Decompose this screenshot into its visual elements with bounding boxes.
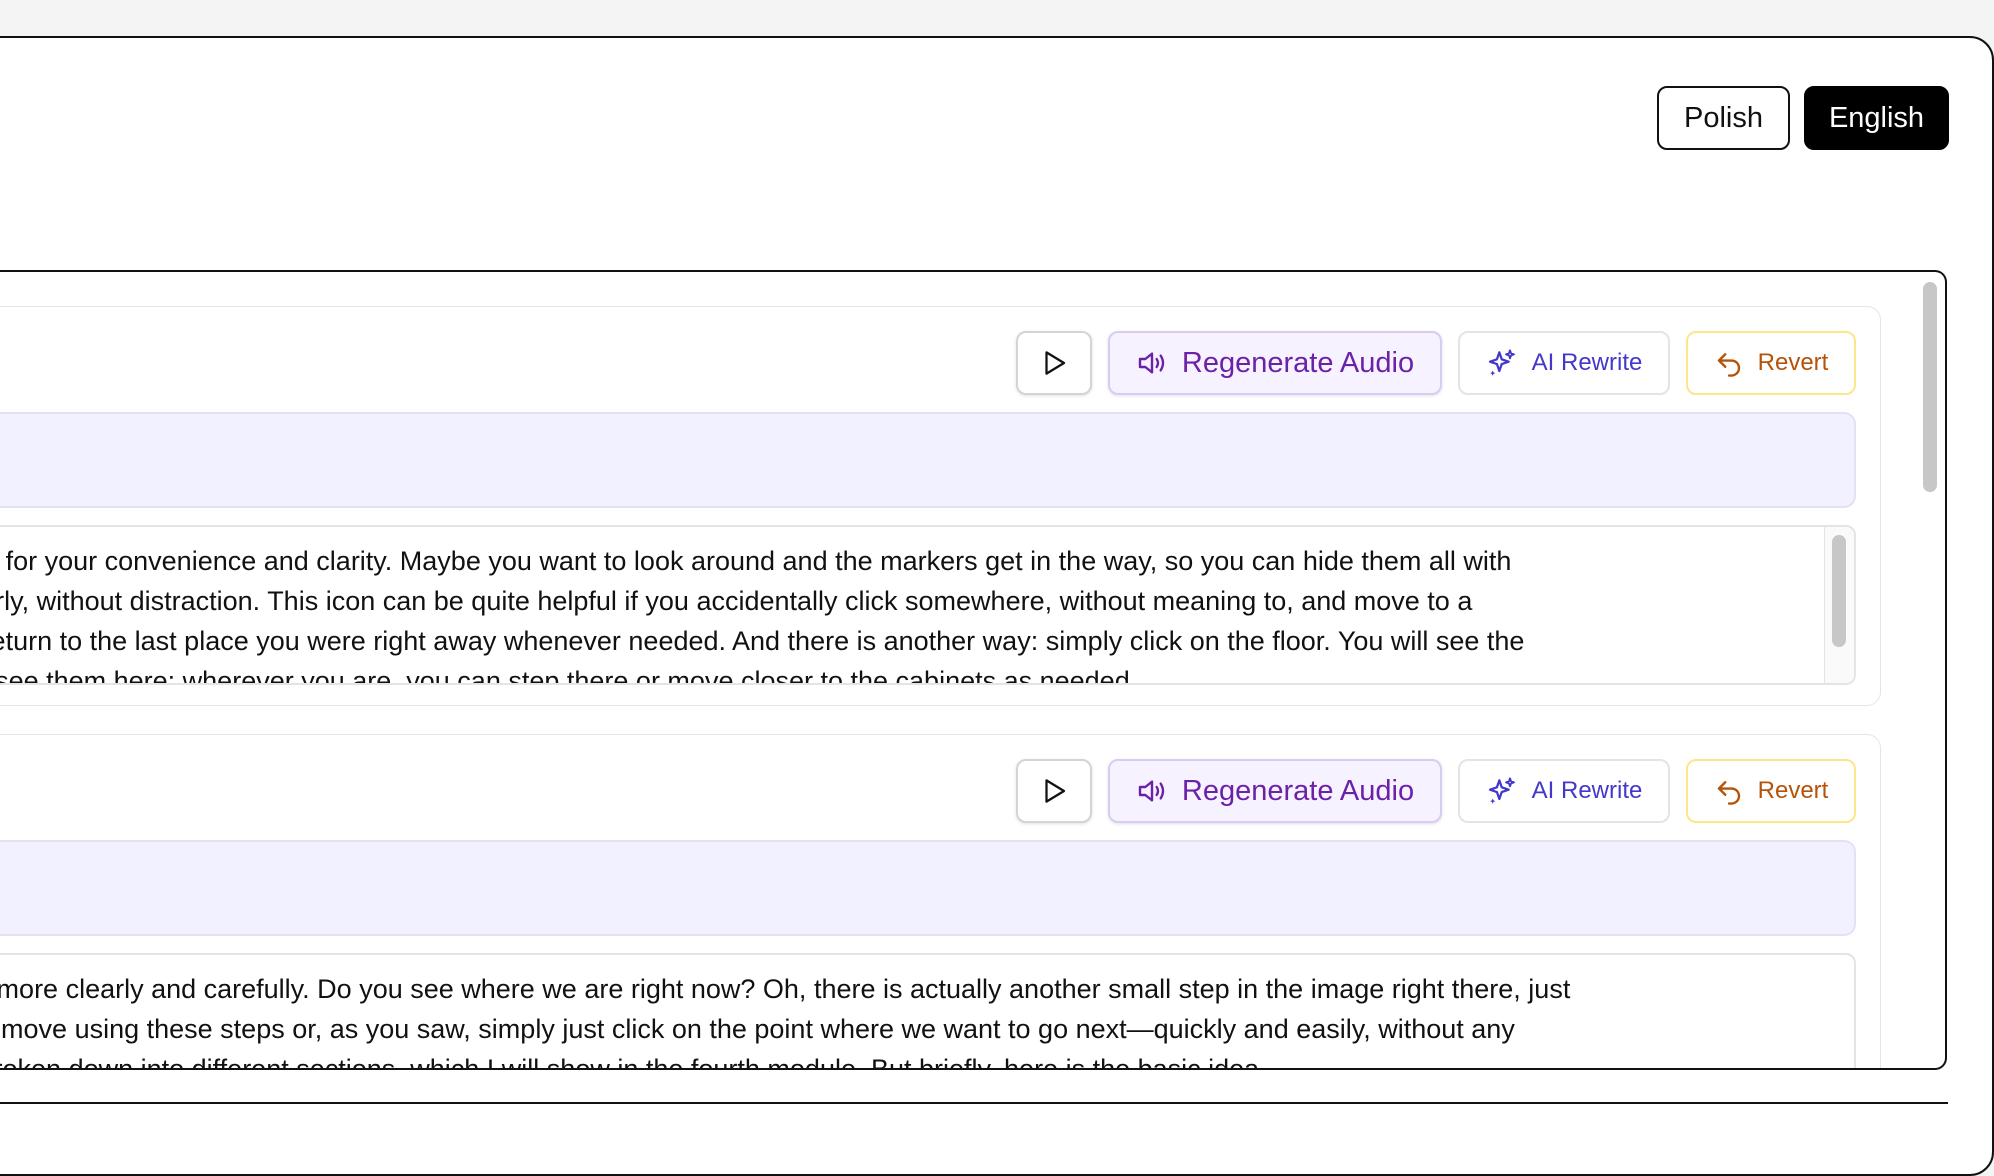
text-scrollbar[interactable] bbox=[1832, 535, 1846, 647]
text-line: and clearly, without distraction. This i… bbox=[0, 586, 1473, 616]
segment-text: s better, more clearly and carefully. Do… bbox=[0, 969, 1753, 1070]
regenerate-audio-button[interactable]: Regenerate Audio bbox=[1108, 331, 1442, 395]
play-icon bbox=[1039, 776, 1069, 806]
segments-scrollbar[interactable] bbox=[1923, 282, 1937, 492]
play-button[interactable] bbox=[1016, 331, 1092, 395]
translation-preview-box bbox=[0, 412, 1856, 508]
play-icon bbox=[1039, 348, 1069, 378]
undo-icon bbox=[1714, 348, 1744, 378]
segments-list: Regenerate Audio AI Rewrite Revert ou ne… bbox=[0, 270, 1947, 1070]
language-english-button[interactable]: English bbox=[1804, 86, 1949, 150]
text-line: ou need, for your convenience and clarit… bbox=[0, 546, 1512, 576]
sparkles-icon bbox=[1486, 347, 1518, 379]
play-button[interactable] bbox=[1016, 759, 1092, 823]
revert-button[interactable]: Revert bbox=[1686, 759, 1856, 823]
revert-label: Revert bbox=[1757, 777, 1829, 804]
segment-toolbar: Regenerate Audio AI Rewrite Revert bbox=[1016, 759, 1856, 823]
language-polish-button[interactable]: Polish bbox=[1657, 86, 1790, 150]
sparkles-icon bbox=[1486, 775, 1518, 807]
segment-text: ou need, for your convenience and clarit… bbox=[0, 541, 1753, 685]
ai-rewrite-button[interactable]: AI Rewrite bbox=[1458, 759, 1670, 823]
speaker-icon bbox=[1136, 347, 1168, 379]
ai-rewrite-button[interactable]: AI Rewrite bbox=[1458, 331, 1670, 395]
footer-divider bbox=[0, 1102, 1948, 1104]
revert-button[interactable]: Revert bbox=[1686, 331, 1856, 395]
ai-rewrite-label: AI Rewrite bbox=[1531, 777, 1643, 804]
translation-preview-box bbox=[0, 840, 1856, 936]
text-line: you can see them here: wherever you are,… bbox=[0, 666, 1138, 685]
language-switch: Polish English bbox=[1657, 86, 1949, 150]
ai-rewrite-label: AI Rewrite bbox=[1531, 349, 1643, 376]
undo-icon bbox=[1714, 776, 1744, 806]
segment-card: Regenerate Audio AI Rewrite Revert s bet… bbox=[0, 734, 1881, 1070]
text-line: t we can move using these steps or, as y… bbox=[0, 1014, 1515, 1044]
revert-label: Revert bbox=[1757, 349, 1829, 376]
regenerate-audio-label: Regenerate Audio bbox=[1181, 774, 1415, 807]
regenerate-audio-label: Regenerate Audio bbox=[1181, 346, 1415, 379]
text-line: ou can return to the last place you were… bbox=[0, 626, 1525, 656]
regenerate-audio-button[interactable]: Regenerate Audio bbox=[1108, 759, 1442, 823]
segment-text-area[interactable]: s better, more clearly and carefully. Do… bbox=[0, 953, 1856, 1070]
text-line: This is broken down into different secti… bbox=[0, 1054, 1267, 1070]
text-line: s better, more clearly and carefully. Do… bbox=[0, 974, 1571, 1004]
segment-card: Regenerate Audio AI Rewrite Revert ou ne… bbox=[0, 306, 1881, 706]
speaker-icon bbox=[1136, 775, 1168, 807]
segment-text-area[interactable]: ou need, for your convenience and clarit… bbox=[0, 525, 1856, 685]
segment-toolbar: Regenerate Audio AI Rewrite Revert bbox=[1016, 331, 1856, 395]
